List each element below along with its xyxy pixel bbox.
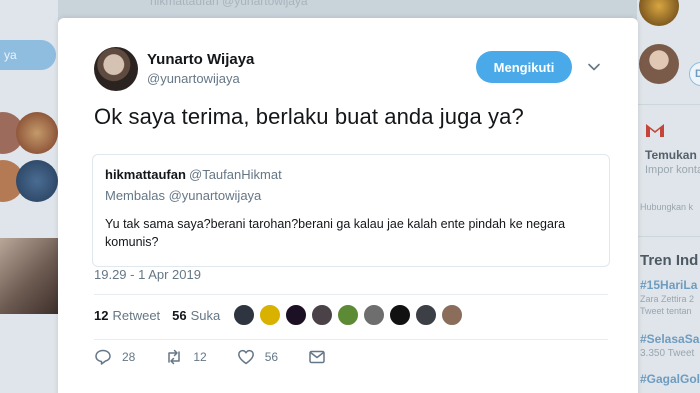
left-avatar [16, 160, 58, 202]
connect-link[interactable]: Hubungkan k [640, 202, 693, 212]
trends-heading: Tren Ind [640, 252, 699, 269]
suggested-avatar [639, 0, 679, 26]
reply-handle[interactable]: @yunartowijaya [169, 188, 262, 203]
suggest-follow-button[interactable]: D [689, 62, 700, 86]
liker-avatar[interactable] [311, 304, 333, 326]
author-handle[interactable]: @yunartowijaya [147, 71, 240, 86]
liker-avatar[interactable] [389, 304, 411, 326]
quoted-author-handle: @TaufanHikmat [189, 167, 282, 182]
gmail-icon [646, 124, 664, 137]
left-photo [0, 238, 58, 314]
reply-icon [95, 349, 111, 365]
divider [94, 339, 608, 340]
liker-avatars [233, 304, 463, 326]
like-action[interactable]: 56 [237, 348, 278, 366]
tweet-card: Yunarto Wijaya @yunartowijaya Mengikuti … [58, 18, 638, 393]
right-column: D Temukan Impor konta Hubungkan k Tren I… [637, 0, 700, 393]
left-column: ya [0, 0, 58, 393]
suggested-avatar [639, 44, 679, 84]
liker-avatar[interactable] [337, 304, 359, 326]
message-action[interactable] [308, 348, 336, 366]
left-pill[interactable]: ya [0, 40, 56, 70]
trend-sub: Tweet tentan [640, 306, 692, 316]
promo-subtitle: Impor konta [645, 164, 700, 176]
trend-tag[interactable]: #GagalGol [640, 372, 700, 386]
liker-avatar[interactable] [285, 304, 307, 326]
divider [94, 294, 608, 295]
author-name[interactable]: Yunarto Wijaya [147, 51, 254, 68]
like-stat[interactable]: 56 Suka [172, 308, 220, 323]
liker-avatar[interactable] [441, 304, 463, 326]
background-top-text: hikmattaufan @yunartowijaya [150, 0, 308, 8]
liker-avatar[interactable] [363, 304, 385, 326]
promo-title: Temukan [645, 148, 697, 162]
quoted-tweet[interactable]: hikmattaufan @TaufanHikmat Membalas @yun… [92, 154, 610, 267]
liker-avatar[interactable] [259, 304, 281, 326]
like-count: 56 [264, 350, 279, 364]
trend-tag[interactable]: #15HariLa [640, 278, 697, 292]
trend-sub: Zara Zettira 2 [640, 294, 695, 304]
tweet-text: Ok saya terima, berlaku buat anda juga y… [94, 104, 524, 129]
author-avatar[interactable] [94, 47, 138, 91]
left-avatar [16, 112, 58, 154]
tweet-stats: 12 Retweet 56 Suka [94, 308, 220, 323]
retweet-count: 12 [193, 350, 207, 364]
reply-action[interactable]: 28 [94, 348, 135, 366]
envelope-icon [309, 350, 325, 364]
retweet-stat[interactable]: 12 Retweet [94, 308, 160, 323]
reply-count: 28 [122, 350, 136, 364]
liker-avatar[interactable] [415, 304, 437, 326]
retweet-action[interactable]: 12 [165, 348, 207, 366]
quoted-tweet-text: Yu tak sama saya?berani tarohan?berani g… [105, 217, 566, 249]
retweet-icon [168, 349, 181, 365]
heart-icon [237, 349, 254, 365]
reply-context: Membalas @yunartowijaya [105, 188, 261, 203]
following-button[interactable]: Mengikuti [476, 51, 572, 83]
liker-avatar[interactable] [233, 304, 255, 326]
tweet-timestamp[interactable]: 19.29 - 1 Apr 2019 [94, 267, 201, 282]
chevron-down-icon[interactable] [587, 60, 601, 74]
reply-prefix: Membalas [105, 188, 165, 203]
trend-tag[interactable]: #SelasaSan [640, 332, 700, 346]
trend-sub: 3.350 Tweet [640, 348, 695, 359]
quoted-author-name: hikmattaufan [105, 167, 186, 182]
tweet-actions: 28 12 56 [94, 348, 366, 366]
